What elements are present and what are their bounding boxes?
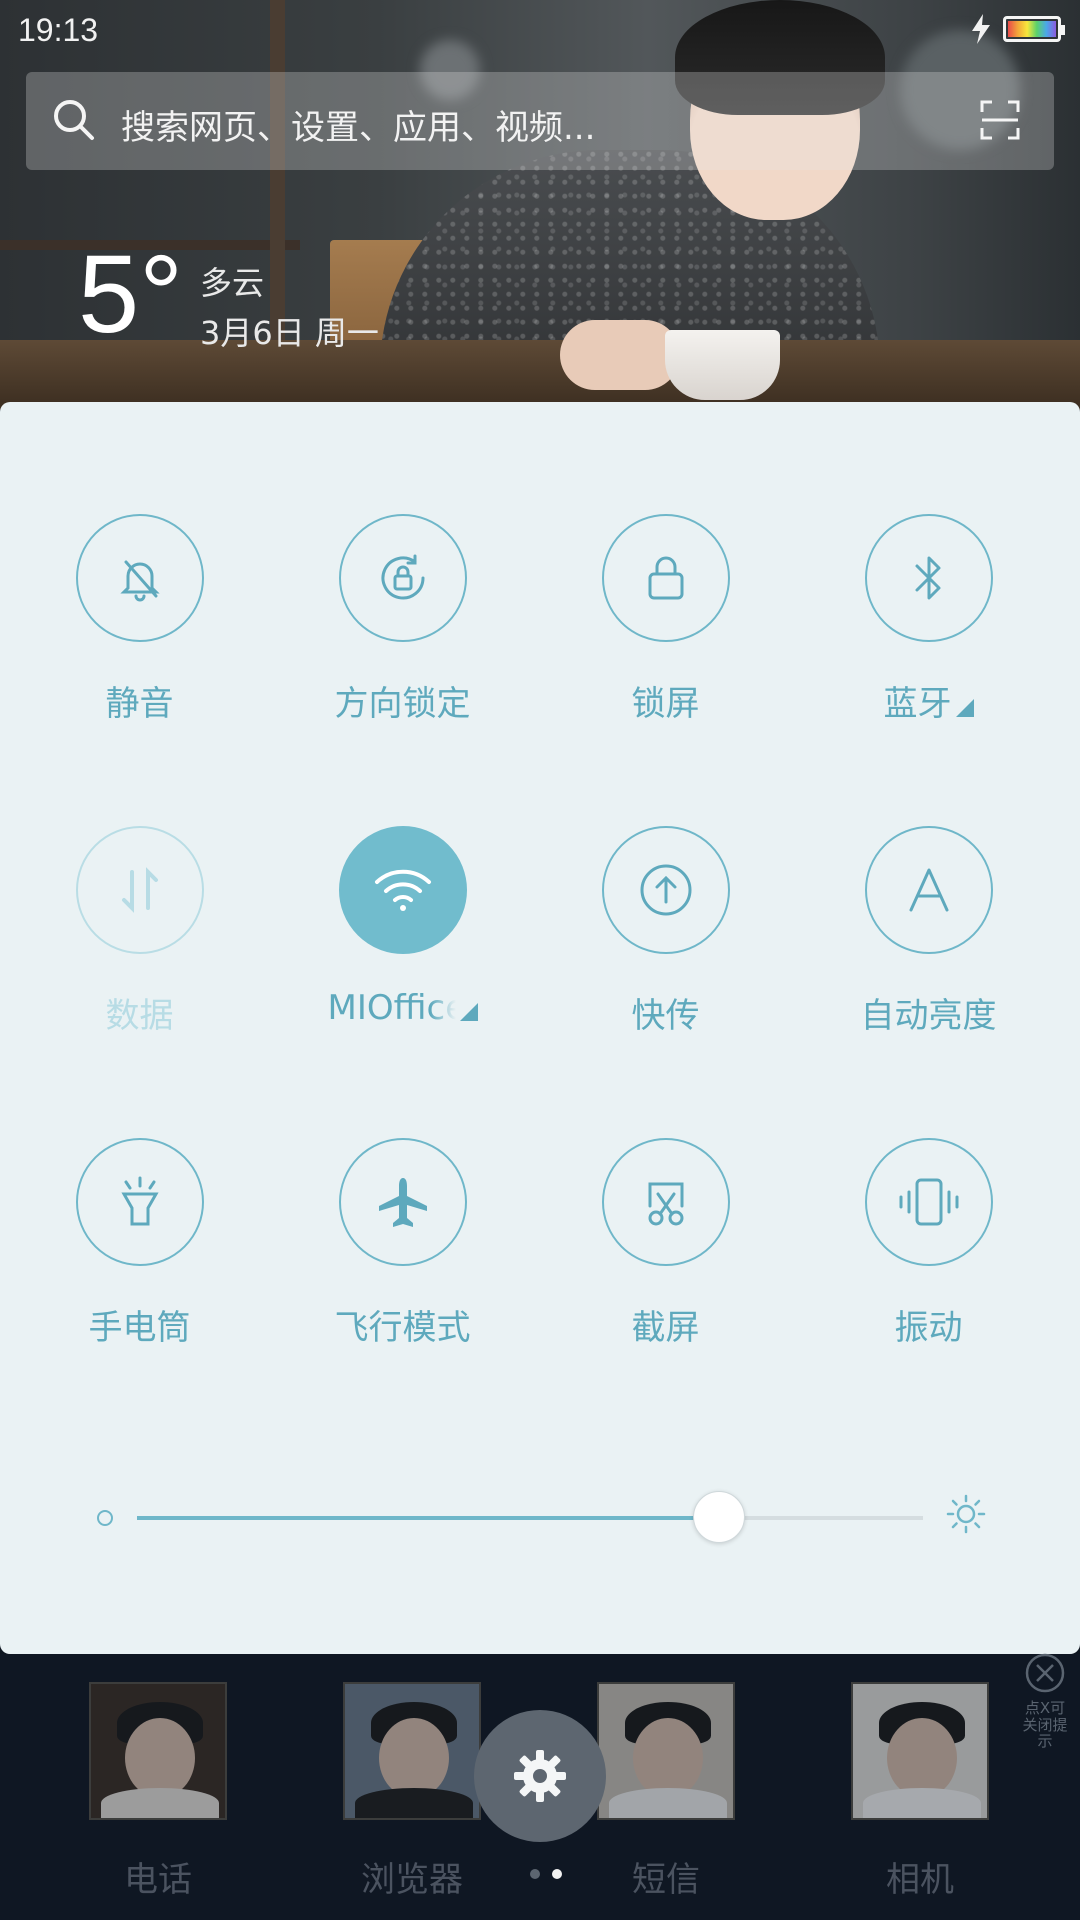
lightning-icon [970,14,992,48]
brightness-fill [137,1516,719,1520]
toggle-airplane-mode[interactable]: 飞行模式 [271,1138,534,1378]
dock-app-camera[interactable]: 相机 [850,1682,990,1901]
toggle-mobile-data[interactable]: 数据 [8,826,271,1066]
toggle-label: 蓝牙 [797,676,1060,725]
app-name: 短信 [632,1860,700,1900]
dock-app-browser[interactable]: 浏览器 [342,1682,482,1901]
bell-off-icon [76,514,204,642]
toggle-label: 锁屏 [631,684,700,724]
app-name: 浏览器 [361,1860,463,1900]
dock-app-messages[interactable]: 短信 [596,1682,736,1901]
toggle-label: 振动 [894,1308,963,1348]
status-time: 19:13 [18,12,99,48]
close-icon[interactable] [1024,1652,1066,1694]
upload-icon [602,826,730,954]
brightness-slider[interactable] [0,1482,1080,1552]
close-hint-text: 点X可关闭提示 [1022,1699,1068,1750]
toggle-label: 飞行模式 [334,1308,471,1348]
toggle-silent[interactable]: 静音 [8,514,271,754]
battery-icon [1003,16,1065,42]
weather-date: 3月6日 周一 [200,314,379,352]
auto-brightness-icon [865,826,993,954]
control-center-panel: 静音 方向锁定 锁屏 蓝牙 数据 MIOffice 快传 自动亮度 手电筒 飞行… [0,402,1080,1654]
toggle-vibrate[interactable]: 振动 [797,1138,1060,1378]
wallpaper-cup [665,330,780,400]
close-hint[interactable]: 点X可关闭提示 [1020,1652,1070,1750]
dropdown-triangle-icon [955,699,974,717]
search-input[interactable]: 搜索网页、设置、应用、视频... [121,100,595,149]
toggle-bluetooth[interactable]: 蓝牙 [797,514,1060,754]
settings-button[interactable] [474,1710,606,1842]
app-icon [89,1682,227,1820]
rotation-lock-icon [339,514,467,642]
app-name: 电话 [124,1860,192,1900]
brightness-thumb[interactable] [692,1491,745,1543]
toggle-label: MIOffice [271,988,534,1028]
dropdown-triangle-icon [459,1003,478,1021]
dock-app-phone[interactable]: 电话 [88,1682,228,1901]
toggle-auto-brightness[interactable]: 自动亮度 [797,826,1060,1066]
search-icon [52,98,96,146]
weather-condition: 多云 [200,264,265,302]
app-icon [851,1682,989,1820]
toggle-label: 方向锁定 [334,684,471,724]
toggle-screenshot[interactable]: 截屏 [534,1138,797,1378]
page-indicator [524,1864,568,1883]
brightness-low-icon [96,1509,114,1531]
vibrate-icon [865,1138,993,1266]
search-bar[interactable]: 搜索网页、设置、应用、视频... [26,72,1054,170]
toggle-label: 快传 [631,996,700,1036]
airplane-icon [339,1138,467,1266]
status-bar: 19:13 [0,0,1080,60]
app-icon [343,1682,481,1820]
data-transfer-icon [76,826,204,954]
toggle-quick-transfer[interactable]: 快传 [534,826,797,1066]
brightness-high-icon [946,1494,986,1538]
toggle-label: 数据 [105,996,174,1036]
toggle-label: 截屏 [631,1308,700,1348]
bluetooth-icon [865,514,993,642]
flashlight-icon [76,1138,204,1266]
toggle-flashlight[interactable]: 手电筒 [8,1138,271,1378]
wifi-icon [339,826,467,954]
app-name: 相机 [886,1860,954,1900]
page-dot [530,1869,540,1879]
toggle-label: 手电筒 [88,1308,191,1348]
page-dot-active [552,1869,562,1879]
weather-temperature[interactable]: 5° [78,240,183,350]
gear-icon [514,1750,566,1802]
brightness-track[interactable] [137,1491,923,1543]
app-icon [597,1682,735,1820]
toggle-label: 静音 [105,684,174,724]
toggle-wifi[interactable]: MIOffice [271,826,534,1066]
toggle-rotation-lock[interactable]: 方向锁定 [271,514,534,754]
scan-icon[interactable] [980,100,1020,144]
toggle-lock-screen[interactable]: 锁屏 [534,514,797,754]
wallpaper-person-hand [560,320,680,390]
screenshot-icon [602,1138,730,1266]
toggle-label: 自动亮度 [860,996,997,1036]
lock-icon [602,514,730,642]
